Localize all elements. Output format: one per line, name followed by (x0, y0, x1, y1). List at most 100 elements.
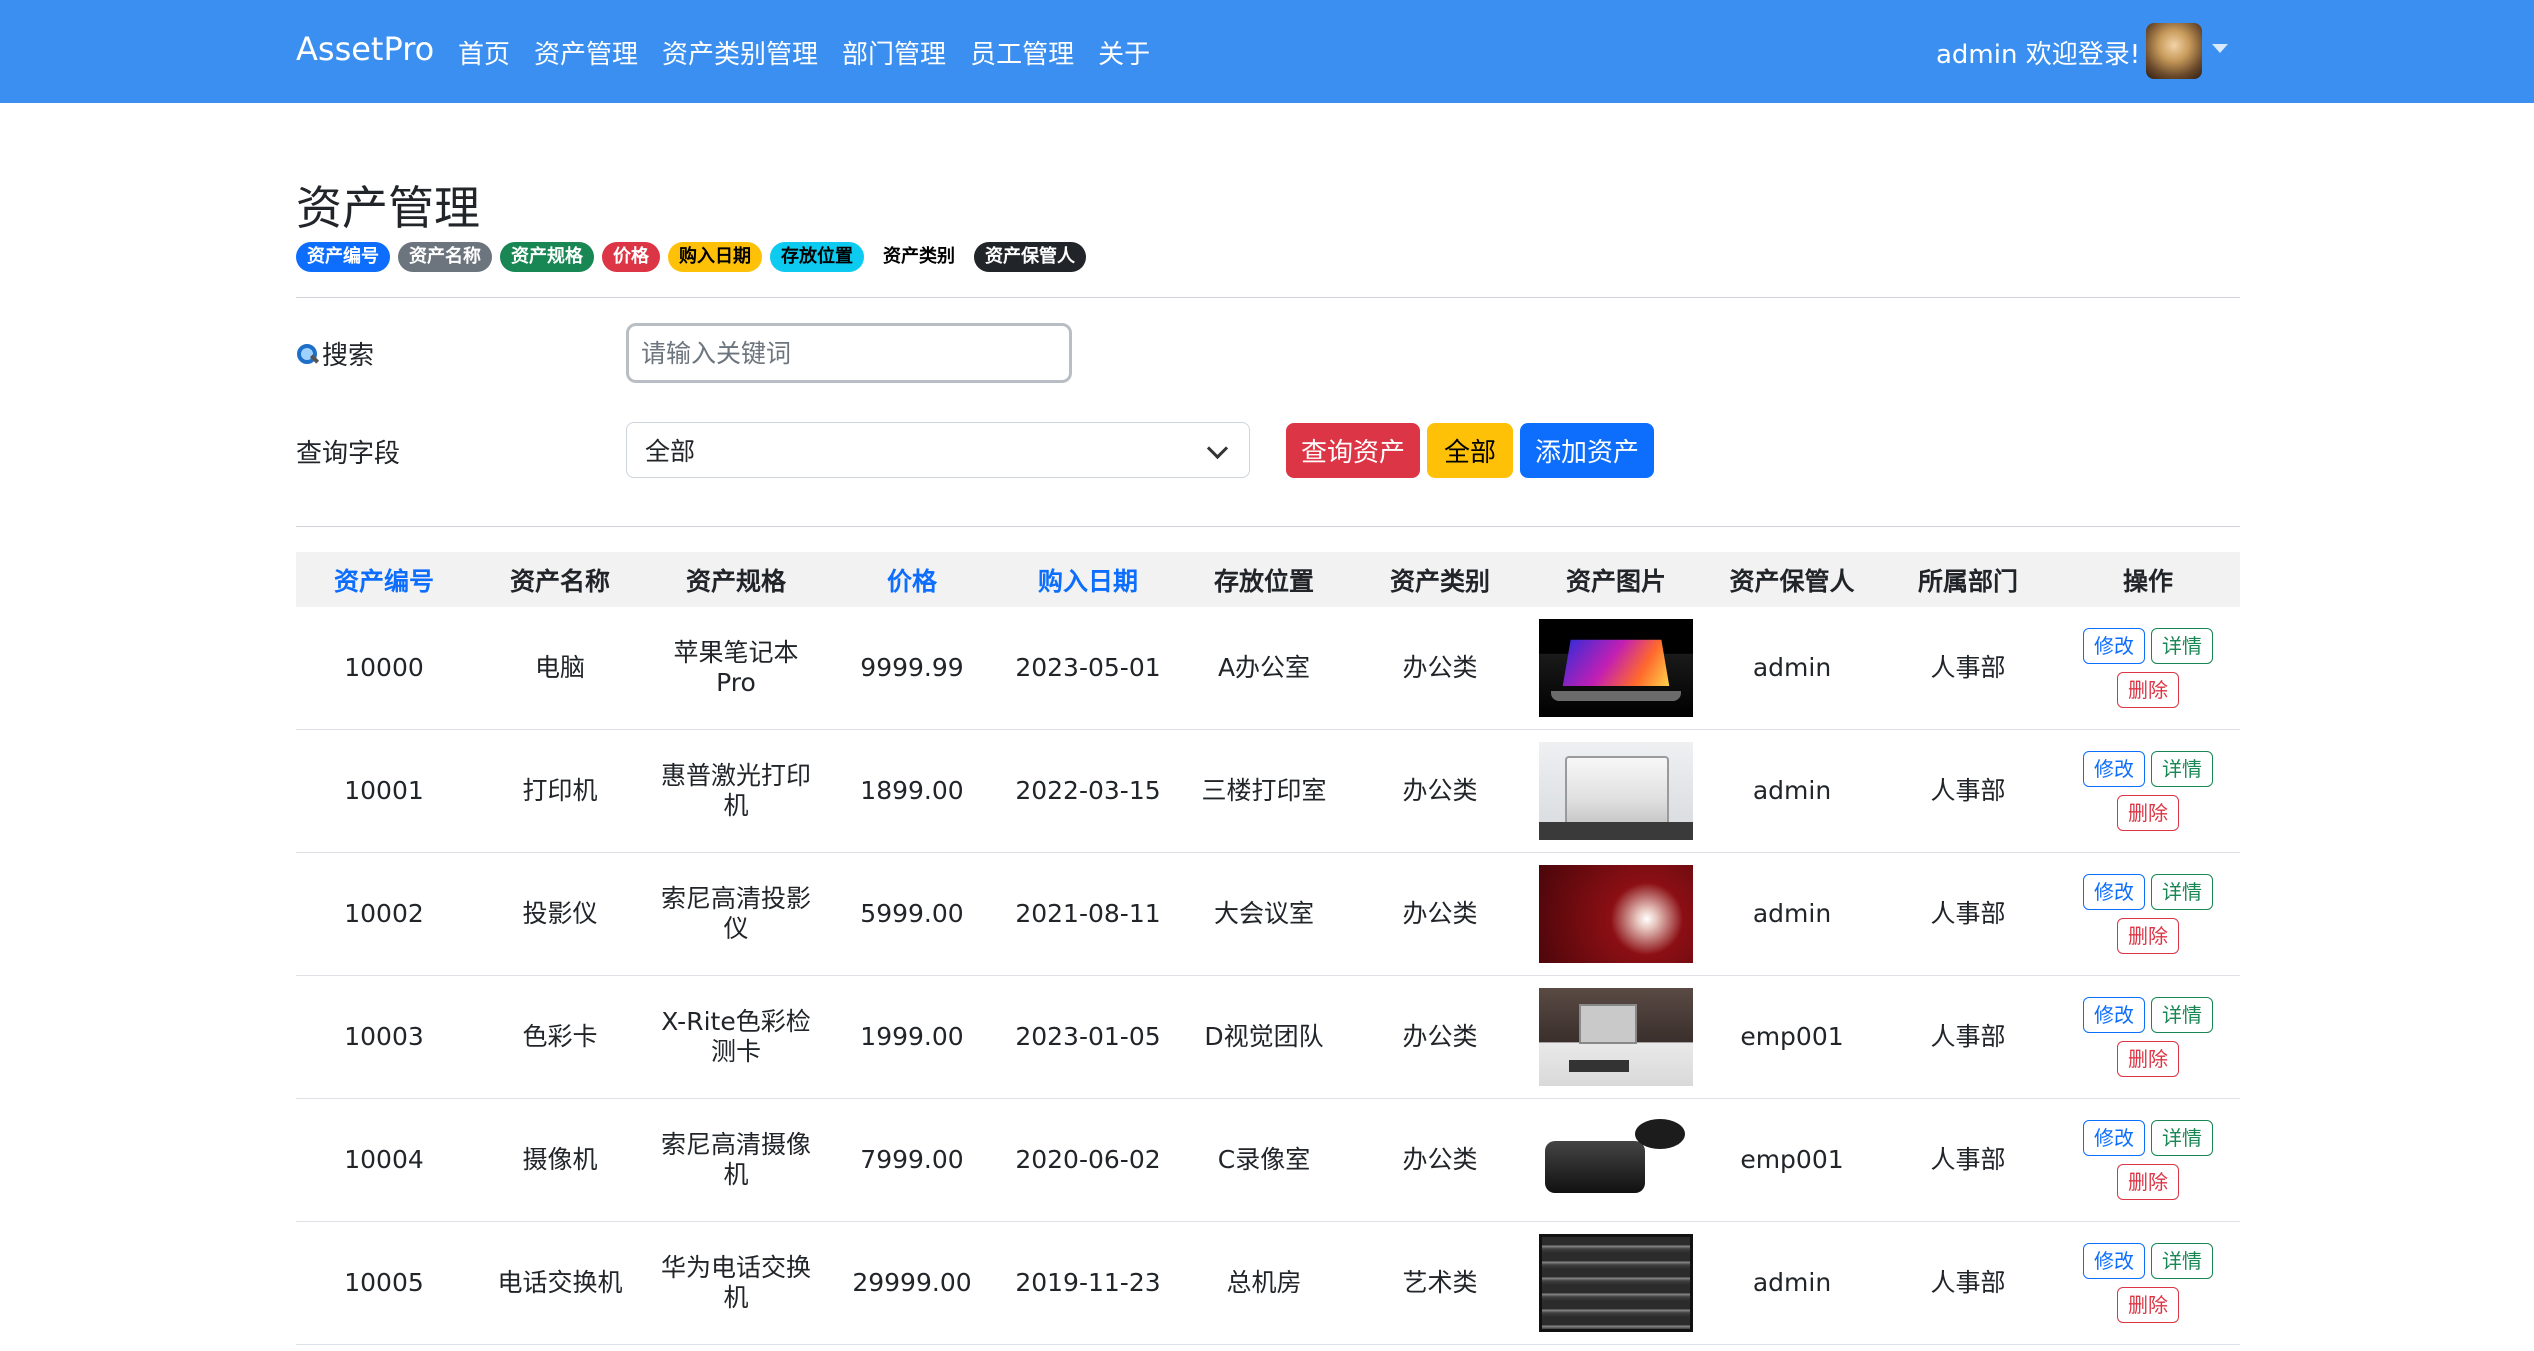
badge-asset-spec: 资产规格 (500, 242, 594, 272)
delete-button[interactable]: 删除 (2117, 1041, 2179, 1077)
cell-purchase-date: 2021-08-11 (1000, 852, 1176, 976)
detail-button[interactable]: 详情 (2151, 628, 2213, 664)
table-row: 10003 色彩卡 X-Rite色彩检测卡 1999.00 2023-01-05… (296, 975, 2240, 1099)
divider (296, 526, 2240, 527)
cell-keeper: emp001 (1704, 975, 1880, 1099)
edit-button[interactable]: 修改 (2083, 628, 2145, 664)
col-header-purchase-date[interactable]: 购入日期 (1000, 552, 1176, 607)
nav-home[interactable]: 首页 (458, 34, 510, 71)
nav-about[interactable]: 关于 (1098, 34, 1150, 71)
cell-asset-spec: 索尼高清摄像机 (648, 1098, 824, 1222)
col-header-asset-spec: 资产规格 (648, 552, 824, 607)
detail-button[interactable]: 详情 (2151, 874, 2213, 910)
nav-asset-categories[interactable]: 资产类别管理 (662, 34, 818, 71)
edit-button[interactable]: 修改 (2083, 1243, 2145, 1279)
cell-keeper: admin (1704, 852, 1880, 976)
cell-asset-spec: X-Rite色彩检测卡 (648, 975, 824, 1099)
cell-asset-name: 打印机 (472, 729, 648, 853)
field-badges: 资产编号 资产名称 资产规格 价格 购入日期 存放位置 资产类别 资产保管人 (296, 242, 1086, 272)
delete-button[interactable]: 删除 (2117, 1287, 2179, 1323)
cell-image (1528, 852, 1704, 976)
table-row: 10001 打印机 惠普激光打印机 1899.00 2022-03-15 三楼打… (296, 729, 2240, 853)
cell-department: 人事部 (1880, 1098, 2056, 1222)
badge-purchase-date: 购入日期 (668, 242, 762, 272)
cell-category: 办公类 (1352, 1098, 1528, 1222)
search-label-text: 搜索 (322, 341, 375, 371)
cell-category: 办公类 (1352, 975, 1528, 1099)
cell-asset-spec: 苹果笔记本Pro (648, 607, 824, 730)
nav-departments[interactable]: 部门管理 (842, 34, 946, 71)
edit-button[interactable]: 修改 (2083, 1120, 2145, 1156)
cell-location: 大会议室 (1176, 852, 1352, 976)
phone-switch-image (1539, 1234, 1693, 1332)
cell-location: A办公室 (1176, 607, 1352, 730)
cell-asset-name: 电脑 (472, 607, 648, 730)
laptop-image (1539, 619, 1693, 717)
table-row: 10000 电脑 苹果笔记本Pro 9999.99 2023-05-01 A办公… (296, 607, 2240, 730)
delete-button[interactable]: 删除 (2117, 672, 2179, 708)
query-assets-button[interactable]: 查询资产 (1286, 423, 1420, 478)
avatar[interactable] (2146, 23, 2202, 79)
search-input[interactable] (626, 323, 1072, 383)
cell-keeper: emp001 (1704, 1098, 1880, 1222)
chevron-down-icon[interactable] (2212, 44, 2228, 53)
badge-location: 存放位置 (770, 242, 864, 272)
col-header-image: 资产图片 (1528, 552, 1704, 607)
edit-button[interactable]: 修改 (2083, 874, 2145, 910)
cell-purchase-date: 2020-06-02 (1000, 1098, 1176, 1222)
add-asset-button[interactable]: 添加资产 (1520, 423, 1654, 478)
cell-category: 办公类 (1352, 729, 1528, 853)
cell-category: 办公类 (1352, 607, 1528, 730)
detail-button[interactable]: 详情 (2151, 997, 2213, 1033)
cell-price: 1999.00 (824, 975, 1000, 1099)
nav-assets[interactable]: 资产管理 (534, 34, 638, 71)
badge-keeper: 资产保管人 (974, 242, 1086, 272)
detail-button[interactable]: 详情 (2151, 1243, 2213, 1279)
nav-links: 首页 资产管理 资产类别管理 部门管理 员工管理 关于 (458, 34, 1150, 71)
camera-image (1539, 1111, 1693, 1209)
cell-asset-spec: 索尼高清投影仪 (648, 852, 824, 976)
cell-asset-name: 摄像机 (472, 1098, 648, 1222)
printer-image (1539, 742, 1693, 840)
cell-price: 29999.00 (824, 1221, 1000, 1345)
cell-actions: 修改 详情 删除 (2056, 729, 2240, 853)
cell-image (1528, 1098, 1704, 1222)
show-all-button[interactable]: 全部 (1427, 423, 1513, 478)
assets-table: 资产编号 资产名称 资产规格 价格 购入日期 存放位置 资产类别 资产图片 资产… (296, 552, 2240, 1345)
detail-button[interactable]: 详情 (2151, 1120, 2213, 1156)
badge-asset-id: 资产编号 (296, 242, 390, 272)
cell-location: 总机房 (1176, 1221, 1352, 1345)
delete-button[interactable]: 删除 (2117, 795, 2179, 831)
table-row: 10002 投影仪 索尼高清投影仪 5999.00 2021-08-11 大会议… (296, 852, 2240, 976)
divider (296, 297, 2240, 298)
page-title: 资产管理 (296, 181, 480, 235)
col-header-price[interactable]: 价格 (824, 552, 1000, 607)
col-header-actions: 操作 (2056, 552, 2240, 607)
cell-asset-id: 10003 (296, 975, 472, 1099)
cell-asset-id: 10005 (296, 1221, 472, 1345)
cell-asset-id: 10004 (296, 1098, 472, 1222)
cell-asset-id: 10002 (296, 852, 472, 976)
badge-category: 资产类别 (872, 242, 966, 272)
col-header-department: 所属部门 (1880, 552, 2056, 607)
delete-button[interactable]: 删除 (2117, 1164, 2179, 1200)
detail-button[interactable]: 详情 (2151, 751, 2213, 787)
edit-button[interactable]: 修改 (2083, 997, 2145, 1033)
cell-department: 人事部 (1880, 852, 2056, 976)
cell-purchase-date: 2023-05-01 (1000, 607, 1176, 730)
search-label: 搜索 (296, 335, 374, 372)
cell-image (1528, 729, 1704, 853)
cell-asset-name: 投影仪 (472, 852, 648, 976)
cell-price: 1899.00 (824, 729, 1000, 853)
col-header-asset-id[interactable]: 资产编号 (296, 552, 472, 607)
navbar: AssetPro 首页 资产管理 资产类别管理 部门管理 员工管理 关于 adm… (0, 0, 2534, 103)
table-row: 10004 摄像机 索尼高清摄像机 7999.00 2020-06-02 C录像… (296, 1098, 2240, 1222)
search-icon (296, 343, 318, 365)
query-field-select[interactable]: 全部 (626, 422, 1250, 478)
brand-link[interactable]: AssetPro (296, 30, 434, 68)
edit-button[interactable]: 修改 (2083, 751, 2145, 787)
delete-button[interactable]: 删除 (2117, 918, 2179, 954)
col-header-location: 存放位置 (1176, 552, 1352, 607)
cell-asset-spec: 惠普激光打印机 (648, 729, 824, 853)
nav-employees[interactable]: 员工管理 (970, 34, 1074, 71)
